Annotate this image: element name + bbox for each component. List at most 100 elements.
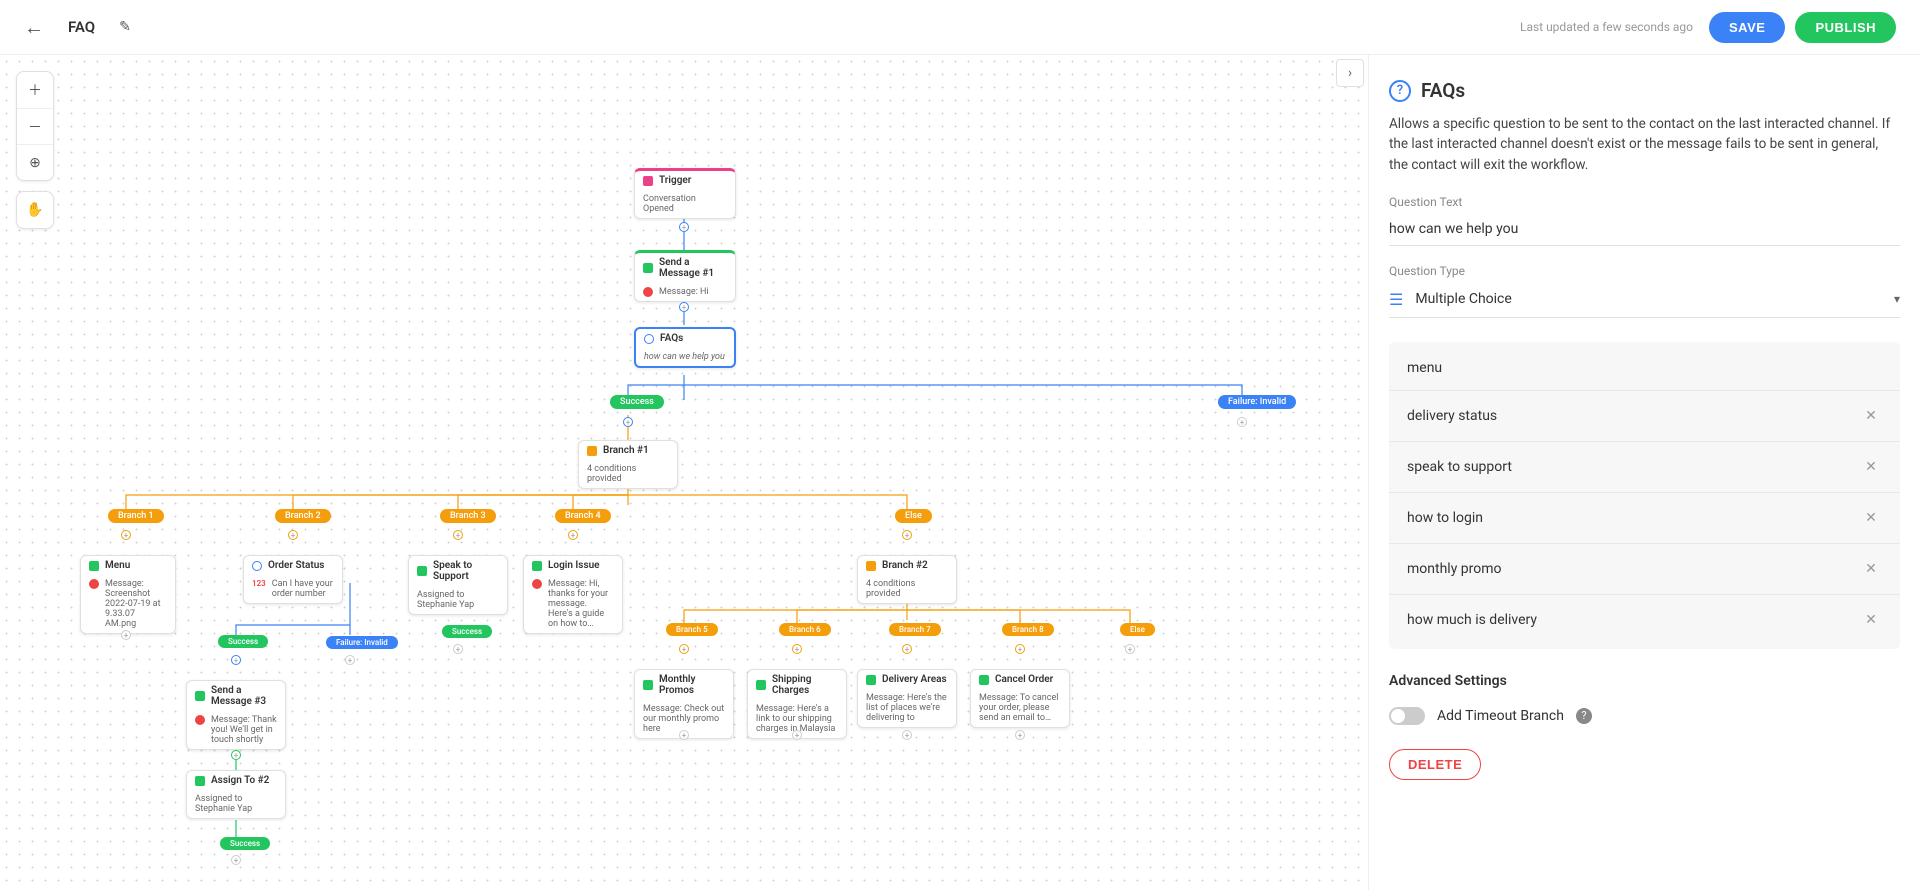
node-faqs[interactable]: FAQs how can we help you: [634, 327, 736, 368]
node-send-msg-3[interactable]: Send a Message #3 Message: Thank you! We…: [186, 680, 286, 750]
pill-success: Success: [610, 395, 664, 409]
node-title: Login Issue: [548, 560, 600, 571]
last-updated: Last updated a few seconds ago: [1520, 20, 1693, 34]
node-body: Message: Screenshot 2022-07-19 at 9.33.0…: [105, 579, 167, 629]
remove-option-icon[interactable]: ✕: [1860, 609, 1882, 631]
node-title: Order Status: [268, 560, 324, 571]
node-title: Delivery Areas: [882, 674, 947, 685]
pill-else: Else: [895, 509, 932, 523]
option-label: speak to support: [1407, 459, 1860, 475]
node-trigger[interactable]: Trigger Conversation Opened: [634, 168, 736, 219]
node-branch-1[interactable]: Branch #1 4 conditions provided: [578, 440, 678, 489]
option-row[interactable]: how to login✕: [1389, 493, 1900, 544]
options-list: menudelivery status✕speak to support✕how…: [1389, 342, 1900, 649]
question-text-label: Question Text: [1389, 195, 1900, 209]
option-row[interactable]: how much is delivery✕: [1389, 595, 1900, 645]
save-button[interactable]: SAVE: [1709, 12, 1785, 43]
chevron-down-icon: ▾: [1894, 292, 1900, 306]
node-cancel[interactable]: Cancel Order Message: To cancel your ord…: [970, 669, 1070, 728]
node-title: Trigger: [659, 175, 691, 186]
node-title: Speak to Support: [433, 560, 499, 582]
node-body: 4 conditions provided: [866, 579, 948, 599]
top-bar: ← FAQ ✎ Last updated a few seconds ago S…: [0, 0, 1920, 55]
panel-description: Allows a specific question to be sent to…: [1389, 114, 1900, 175]
node-body: Message: Thank you! We'll get in touch s…: [211, 715, 277, 745]
question-text-input[interactable]: how can we help you: [1389, 213, 1900, 246]
pill-success2: Success: [218, 635, 268, 648]
node-shipping[interactable]: Shipping Charges Message: Here's a link …: [747, 669, 847, 739]
node-body: how can we help you: [644, 352, 725, 362]
node-body: Message: Here's the list of places we're…: [866, 693, 948, 723]
node-login[interactable]: Login Issue Message: Hi, thanks for your…: [523, 555, 623, 634]
question-type-label: Question Type: [1389, 264, 1900, 278]
pill-success4: Success: [220, 837, 270, 850]
node-title: FAQs: [660, 333, 683, 344]
node-assign-2[interactable]: Assign To #2 Assigned to Stephanie Yap: [186, 770, 286, 819]
pill-failure2: Failure: Invalid: [326, 636, 398, 649]
node-send-msg-1[interactable]: Send a Message #1 Message: Hi: [634, 250, 736, 302]
node-title: Assign To #2: [211, 775, 269, 786]
edit-icon[interactable]: ✎: [119, 19, 131, 35]
node-branch-2[interactable]: Branch #2 4 conditions provided: [857, 555, 957, 604]
publish-button[interactable]: PUBLISH: [1795, 12, 1896, 43]
collapse-panel-icon[interactable]: ›: [1336, 59, 1364, 87]
pill-else2: Else: [1120, 623, 1155, 636]
workflow-canvas[interactable]: › ＋ － ⊕ ✋: [0, 55, 1368, 890]
question-circle-icon: ?: [1389, 80, 1411, 102]
timeout-toggle[interactable]: [1389, 707, 1425, 725]
timeout-label: Add Timeout Branch: [1437, 708, 1564, 724]
node-title: Branch #2: [882, 560, 928, 571]
node-title: Send a Message #1: [659, 257, 727, 279]
pill-failure: Failure: Invalid: [1218, 395, 1296, 409]
option-row[interactable]: menu: [1389, 346, 1900, 391]
node-body: 4 conditions provided: [587, 464, 669, 484]
help-icon[interactable]: ?: [1576, 708, 1592, 724]
node-body: Conversation Opened: [643, 194, 727, 214]
node-body: Message: Hi: [659, 287, 709, 297]
pill-b5: Branch 5: [666, 623, 718, 636]
node-title: Cancel Order: [995, 674, 1053, 685]
option-label: how much is delivery: [1407, 612, 1860, 628]
back-icon[interactable]: ←: [24, 15, 44, 40]
question-type-value: Multiple Choice: [1415, 291, 1882, 307]
advanced-settings-heading: Advanced Settings: [1389, 673, 1900, 689]
panel-title: ? FAQs: [1389, 79, 1900, 102]
option-row[interactable]: speak to support✕: [1389, 442, 1900, 493]
remove-option-icon[interactable]: ✕: [1860, 558, 1882, 580]
node-title: Menu: [105, 560, 130, 571]
option-label: how to login: [1407, 510, 1860, 526]
node-title: Send a Message #3: [211, 685, 277, 707]
question-type-select[interactable]: ☰ Multiple Choice ▾: [1389, 282, 1900, 318]
remove-option-icon[interactable]: ✕: [1860, 405, 1882, 427]
remove-option-icon[interactable]: ✕: [1860, 507, 1882, 529]
node-delivery[interactable]: Delivery Areas Message: Here's the list …: [857, 669, 957, 728]
node-title: Monthly Promos: [659, 674, 725, 696]
option-row[interactable]: delivery status✕: [1389, 391, 1900, 442]
list-icon: ☰: [1389, 290, 1403, 309]
page-title: FAQ: [68, 18, 95, 36]
node-body: Message: Hi, thanks for your message. He…: [548, 579, 614, 629]
pill-b8: Branch 8: [1002, 623, 1054, 636]
node-title: Shipping Charges: [772, 674, 838, 696]
node-body: Assigned to Stephanie Yap: [417, 590, 499, 610]
node-title: Branch #1: [603, 445, 649, 456]
node-body: Message: To cancel your order, please se…: [979, 693, 1061, 723]
option-row[interactable]: monthly promo✕: [1389, 544, 1900, 595]
remove-option-icon[interactable]: ✕: [1860, 456, 1882, 478]
pill-b1: Branch 1: [108, 509, 164, 523]
pill-b3: Branch 3: [440, 509, 496, 523]
delete-button[interactable]: DELETE: [1389, 749, 1481, 780]
node-support[interactable]: Speak to Support Assigned to Stephanie Y…: [408, 555, 508, 615]
node-monthly[interactable]: Monthly Promos Message: Check out our mo…: [634, 669, 734, 739]
pill-b6: Branch 6: [779, 623, 831, 636]
node-body: Can I have your order number: [272, 579, 334, 599]
node-order-status[interactable]: Order Status 123Can I have your order nu…: [243, 555, 343, 604]
pill-success3: Success: [442, 625, 492, 638]
option-label: menu: [1407, 360, 1882, 376]
pill-b7: Branch 7: [889, 623, 941, 636]
option-label: delivery status: [1407, 408, 1860, 424]
node-body: Assigned to Stephanie Yap: [195, 794, 277, 814]
node-menu[interactable]: Menu Message: Screenshot 2022-07-19 at 9…: [80, 555, 176, 634]
pill-b4: Branch 4: [555, 509, 611, 523]
side-panel: ? FAQs Allows a specific question to be …: [1368, 55, 1920, 890]
